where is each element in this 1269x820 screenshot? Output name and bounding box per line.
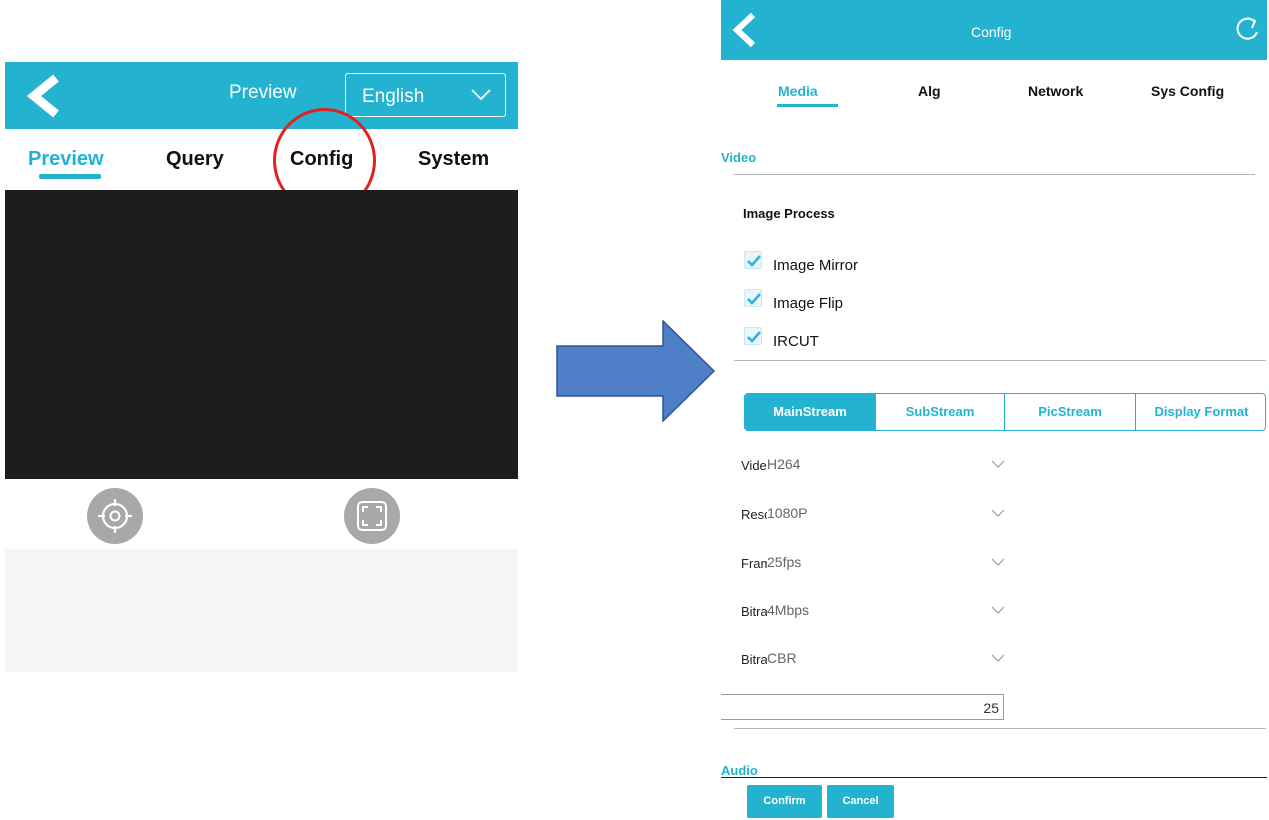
tab-picstream[interactable]: PicStream: [1005, 394, 1136, 430]
chevron-down-icon: [471, 89, 491, 101]
field-label: Bitrate: [741, 604, 767, 619]
header-title: Preview: [229, 82, 297, 103]
chevron-down-icon: [991, 606, 1005, 614]
tab-mainstream[interactable]: MainStream: [745, 394, 876, 430]
language-value: English: [362, 86, 425, 107]
field-value: CBR: [767, 650, 797, 666]
checkbox[interactable]: [744, 327, 762, 345]
tab-query[interactable]: Query: [166, 148, 224, 171]
tab-media[interactable]: Media: [778, 83, 818, 99]
divider: [721, 777, 1267, 778]
video-preview: [5, 190, 518, 479]
field-value: 25fps: [767, 554, 802, 570]
control-bar: [5, 479, 518, 549]
divider: [734, 174, 1255, 175]
chevron-down-icon: [991, 460, 1005, 468]
cancel-button[interactable]: Cancel: [827, 785, 894, 818]
field-label: Bitrate Type: [741, 652, 767, 667]
image-process-title: Image Process: [743, 206, 835, 221]
field-value: 1080P: [767, 505, 808, 521]
field-label: Resolution: [741, 507, 767, 522]
field-value: 4Mbps: [767, 602, 810, 618]
divider: [734, 728, 1266, 729]
back-icon[interactable]: [23, 74, 65, 118]
chevron-down-icon: [991, 654, 1005, 662]
tab-system[interactable]: System: [418, 148, 489, 171]
back-icon[interactable]: [730, 12, 758, 48]
field-label: Frame Rate: [741, 556, 767, 571]
tab-display-format[interactable]: Display Format: [1136, 394, 1265, 430]
checkmark-icon: [747, 255, 761, 267]
resolution-select[interactable]: 1080P: [767, 503, 1005, 525]
audio-section-title: Audio: [721, 763, 758, 778]
frame-rate-select[interactable]: 25fps: [767, 552, 1005, 574]
preview-tabs: Preview Query Config System: [5, 129, 518, 190]
language-select[interactable]: English: [345, 73, 506, 117]
tab-sys-config[interactable]: Sys Config: [1151, 83, 1224, 99]
crosshair-button[interactable]: [87, 488, 143, 544]
confirm-button[interactable]: Confirm: [747, 785, 822, 818]
bitrate-type-select[interactable]: CBR: [767, 648, 1005, 670]
checkmark-icon: [747, 331, 761, 343]
checkmark-icon: [747, 293, 761, 305]
preview-header: Preview English: [5, 62, 518, 129]
checkbox-label: IRCUT: [773, 333, 819, 350]
field-value: H264: [767, 456, 801, 472]
empty-area: [5, 549, 518, 672]
checkbox-label: Image Mirror: [773, 257, 859, 274]
fullscreen-icon: [357, 501, 387, 531]
right-arrow-icon: [556, 320, 716, 422]
config-screen: Config Media Alg Network Sys Config Vide…: [721, 0, 1269, 820]
tab-preview[interactable]: Preview: [28, 148, 104, 171]
fullscreen-button[interactable]: [344, 488, 400, 544]
chevron-down-icon: [991, 509, 1005, 517]
preview-screen: Preview English Preview Query Config Sys…: [5, 62, 518, 672]
active-tab-indicator: [39, 174, 101, 179]
bitrate-select[interactable]: 4Mbps: [767, 600, 1005, 622]
checkbox-label: Image Flip: [773, 295, 844, 312]
video-section-title: Video: [721, 150, 757, 165]
refresh-icon[interactable]: [1233, 14, 1261, 44]
video-encode-select[interactable]: H264: [767, 454, 1005, 476]
checkbox[interactable]: [744, 251, 762, 269]
tab-substream[interactable]: SubStream: [876, 394, 1005, 430]
checkbox[interactable]: [744, 289, 762, 307]
tab-alg[interactable]: Alg: [918, 83, 941, 99]
divider: [734, 360, 1266, 361]
header-title: Config: [971, 24, 1012, 40]
number-input[interactable]: 25: [721, 694, 1004, 720]
number-input-value: 25: [983, 700, 999, 716]
tab-network[interactable]: Network: [1028, 83, 1083, 99]
crosshair-icon: [98, 499, 132, 533]
field-label: Video: [741, 458, 767, 473]
active-tab-indicator: [777, 104, 838, 107]
stream-tabs: MainStream SubStream PicStream Display F…: [744, 393, 1266, 431]
config-header: Config: [721, 0, 1267, 60]
chevron-down-icon: [991, 558, 1005, 566]
